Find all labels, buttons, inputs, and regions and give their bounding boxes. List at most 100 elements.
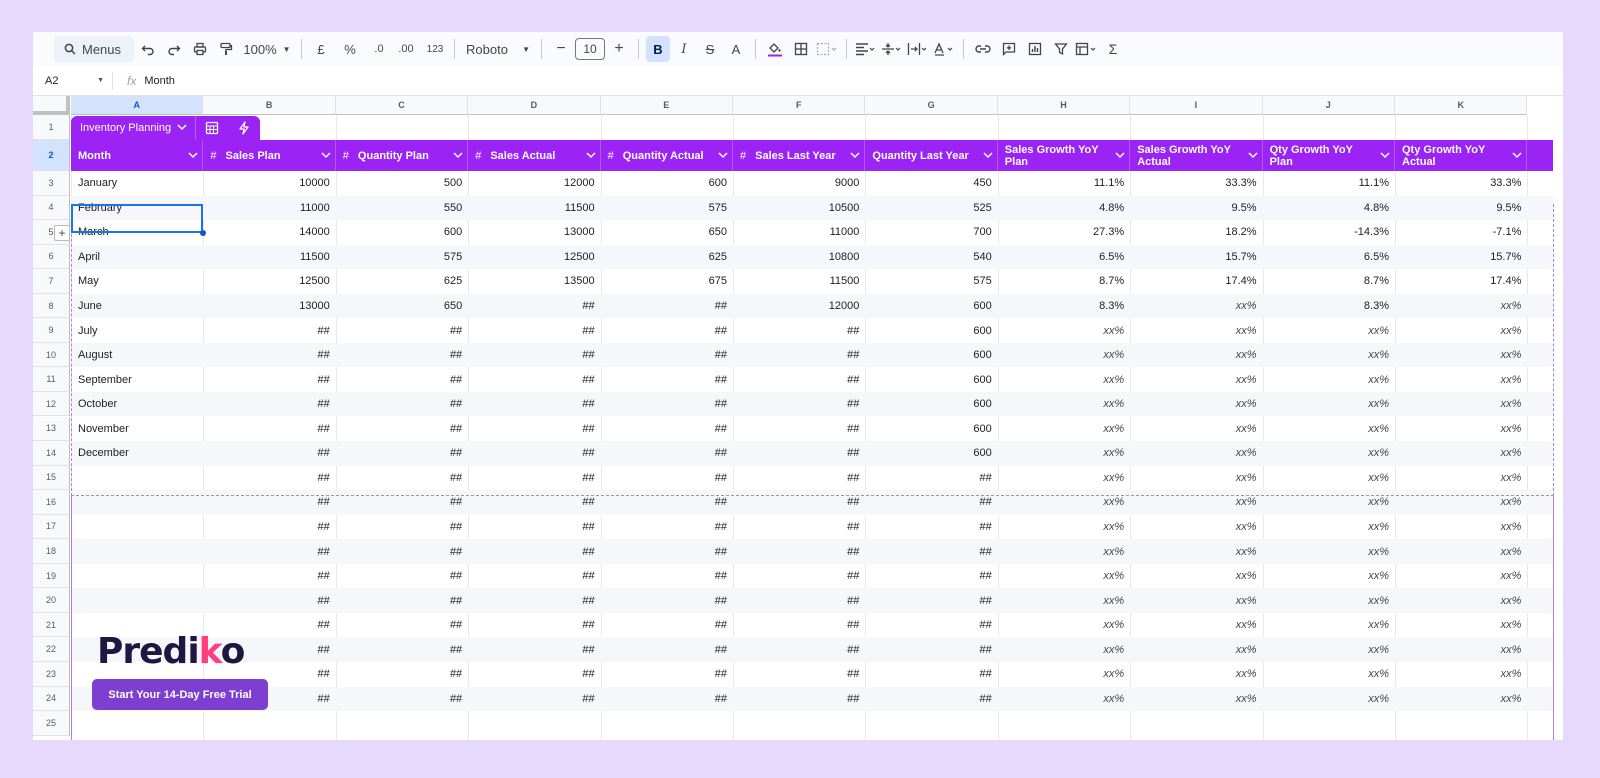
chevron-down-icon[interactable]	[846, 152, 864, 159]
table-cell[interactable]: xx%	[998, 343, 1130, 368]
table-cell[interactable]: 540	[865, 245, 997, 270]
row-header[interactable]: 1	[33, 115, 70, 140]
table-cell[interactable]: 675	[601, 269, 733, 294]
table-cell[interactable]: March	[71, 220, 203, 245]
table-cell[interactable]: ##	[336, 343, 468, 368]
table-cell[interactable]: xx%	[1130, 662, 1262, 687]
table-cell[interactable]: xx%	[1263, 490, 1395, 515]
table-cell[interactable]: ##	[733, 588, 865, 613]
table-cell[interactable]	[71, 539, 203, 564]
table-cell[interactable]: xx%	[998, 613, 1130, 638]
table-view-icon[interactable]	[1075, 36, 1099, 62]
table-cell[interactable]: 27.3%	[998, 220, 1130, 245]
table-cell[interactable]	[71, 564, 203, 589]
chevron-down-icon[interactable]	[449, 152, 467, 159]
row-header[interactable]: 10	[33, 342, 70, 368]
table-cell[interactable]: ##	[733, 662, 865, 687]
table-cell[interactable]: 600	[865, 392, 997, 417]
table-cell[interactable]: xx%	[1130, 490, 1262, 515]
table-cell[interactable]: ##	[733, 539, 865, 564]
row-header[interactable]: 14	[33, 441, 70, 466]
table-cell[interactable]: ##	[733, 417, 865, 442]
table-cell[interactable]: xx%	[1263, 662, 1395, 687]
table-cell[interactable]: xx%	[1263, 637, 1395, 662]
table-cell[interactable]: ##	[733, 515, 865, 540]
increase-decimal-button[interactable]: .00	[394, 36, 418, 62]
font-size-increase-icon[interactable]: +	[607, 36, 631, 62]
table-cell[interactable]: 600	[865, 294, 997, 319]
table-cell[interactable]: ##	[733, 613, 865, 638]
table-cell[interactable]: xx%	[1130, 687, 1262, 712]
align-left-icon[interactable]	[854, 36, 878, 62]
table-cell[interactable]: January	[71, 171, 203, 196]
bold-button[interactable]: B	[646, 36, 670, 62]
table-cell[interactable]: ##	[336, 539, 468, 564]
table-cell[interactable]: xx%	[1263, 318, 1395, 343]
free-trial-button[interactable]: Start Your 14-Day Free Trial	[92, 679, 268, 710]
table-cell[interactable]: ##	[733, 392, 865, 417]
table-cell[interactable]: ##	[601, 441, 733, 466]
chevron-down-icon[interactable]	[1376, 152, 1394, 159]
table-cell[interactable]: 11500	[468, 196, 600, 221]
table-name-button[interactable]: Inventory Planning	[71, 116, 197, 140]
table-cell[interactable]: xx%	[1263, 588, 1395, 613]
font-size-decrease-icon[interactable]: −	[549, 36, 573, 62]
table-cell[interactable]: ##	[468, 515, 600, 540]
table-cell[interactable]: xx%	[1130, 466, 1262, 491]
table-cell[interactable]: ##	[601, 687, 733, 712]
vertical-align-icon[interactable]	[880, 36, 904, 62]
table-cell[interactable]	[71, 490, 203, 515]
row-header[interactable]: 21	[33, 612, 70, 638]
table-cell[interactable]: xx%	[1263, 417, 1395, 442]
row-header[interactable]: 11	[33, 367, 70, 392]
table-cell[interactable]: ##	[865, 662, 997, 687]
column-header[interactable]: F	[733, 96, 866, 115]
table-cell[interactable]: 11500	[733, 269, 865, 294]
column-header[interactable]: B	[203, 96, 336, 115]
table-cell[interactable]: 500	[336, 171, 468, 196]
table-cell[interactable]: ##	[336, 441, 468, 466]
menus-search[interactable]: Menus	[54, 36, 134, 62]
chevron-down-icon[interactable]	[582, 152, 600, 159]
table-cell[interactable]: 10000	[203, 171, 335, 196]
table-cell[interactable]: ##	[733, 564, 865, 589]
table-cell[interactable]: ##	[468, 539, 600, 564]
table-cell[interactable]: 15.7%	[1395, 245, 1527, 270]
table-cell[interactable]: 13000	[468, 220, 600, 245]
table-cell[interactable]: ##	[336, 662, 468, 687]
table-cell[interactable]: 13500	[468, 269, 600, 294]
table-cell[interactable]: ##	[203, 343, 335, 368]
table-cell[interactable]: 4.8%	[1263, 196, 1395, 221]
table-cell[interactable]: 600	[865, 441, 997, 466]
table-cell[interactable]	[71, 466, 203, 491]
table-cell[interactable]: 9.5%	[1395, 196, 1527, 221]
table-cell[interactable]: xx%	[1395, 441, 1527, 466]
table-cell[interactable]: 575	[601, 196, 733, 221]
table-cell[interactable]: ##	[865, 515, 997, 540]
strikethrough-icon[interactable]: S	[698, 36, 722, 62]
table-cell[interactable]: xx%	[998, 564, 1130, 589]
table-cell[interactable]: ##	[336, 613, 468, 638]
italic-button[interactable]: I	[672, 36, 696, 62]
row-header[interactable]: 7	[33, 269, 70, 294]
table-cell[interactable]: 11000	[203, 196, 335, 221]
table-cell[interactable]: ##	[336, 417, 468, 442]
borders-icon[interactable]	[789, 36, 813, 62]
table-cell[interactable]: xx%	[1130, 367, 1262, 392]
table-cell[interactable]: ##	[468, 637, 600, 662]
table-cell[interactable]: xx%	[1263, 515, 1395, 540]
table-cell[interactable]: xx%	[1395, 637, 1527, 662]
table-cell[interactable]: February	[71, 196, 203, 221]
table-cell[interactable]: ##	[468, 392, 600, 417]
table-cell[interactable]: 10500	[733, 196, 865, 221]
table-view-icon[interactable]	[196, 116, 228, 140]
table-cell[interactable]: ##	[733, 343, 865, 368]
column-header[interactable]: C	[335, 96, 469, 115]
table-cell[interactable]: ##	[468, 613, 600, 638]
table-cell[interactable]: 9000	[733, 171, 865, 196]
table-cell[interactable]: 12500	[203, 269, 335, 294]
number-format-button[interactable]: 123	[423, 36, 447, 62]
row-header[interactable]: 9	[33, 318, 70, 343]
table-cell[interactable]: 18.2%	[1130, 220, 1262, 245]
table-cell[interactable]: xx%	[1130, 294, 1262, 319]
